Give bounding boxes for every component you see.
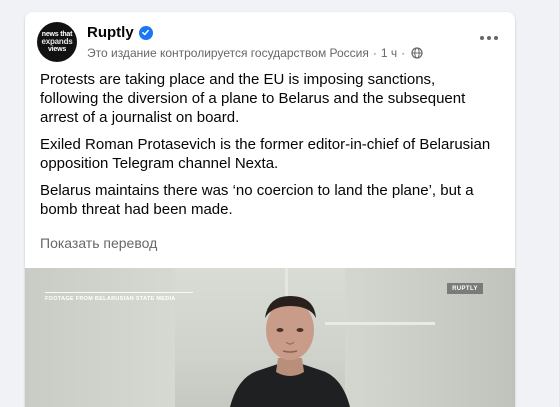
post-paragraph-2: Exiled Roman Protasevich is the former e… — [40, 136, 491, 172]
avatar[interactable]: news that expands views — [37, 22, 77, 62]
post-text: Protests are taking place and the EU is … — [40, 70, 495, 227]
meta-separator: · — [372, 46, 377, 60]
avatar-line-3: views — [47, 46, 67, 53]
see-translation-link[interactable]: Показать перевод — [40, 235, 157, 251]
video-caption: FOOTAGE FROM BELARUSIAN STATE MEDIA — [45, 296, 176, 302]
video-background-left — [25, 268, 175, 407]
page-name-link[interactable]: Ruptly — [87, 24, 134, 41]
post-header: news that expands views Ruptly Это издан… — [37, 22, 503, 66]
meta-separator-2: · — [401, 46, 406, 60]
caption-line — [45, 292, 193, 293]
video-frame[interactable]: FOOTAGE FROM BELARUSIAN STATE MEDIA RUPT… — [25, 268, 515, 407]
verified-icon — [138, 25, 153, 40]
post-card: news that expands views Ruptly Это издан… — [25, 12, 515, 407]
globe-icon — [411, 47, 423, 59]
page-name-row: Ruptly — [87, 24, 153, 41]
post-paragraph-3: Belarus maintains there was ‘no coercion… — [40, 182, 474, 218]
state-media-label[interactable]: Это издание контролируется государством … — [87, 46, 369, 60]
avatar-line-2: expands — [41, 37, 73, 46]
more-options-button[interactable] — [475, 28, 503, 48]
video-player[interactable]: FOOTAGE FROM BELARUSIAN STATE MEDIA RUPT… — [25, 268, 515, 407]
more-icon — [480, 36, 484, 40]
post-time[interactable]: 1 ч — [381, 46, 397, 60]
ruptly-logo: RUPTLY — [447, 283, 483, 294]
person-figure — [230, 296, 350, 407]
post-paragraph-1: Protests are taking place and the EU is … — [40, 71, 466, 126]
post-meta: Это издание контролируется государством … — [87, 46, 423, 60]
